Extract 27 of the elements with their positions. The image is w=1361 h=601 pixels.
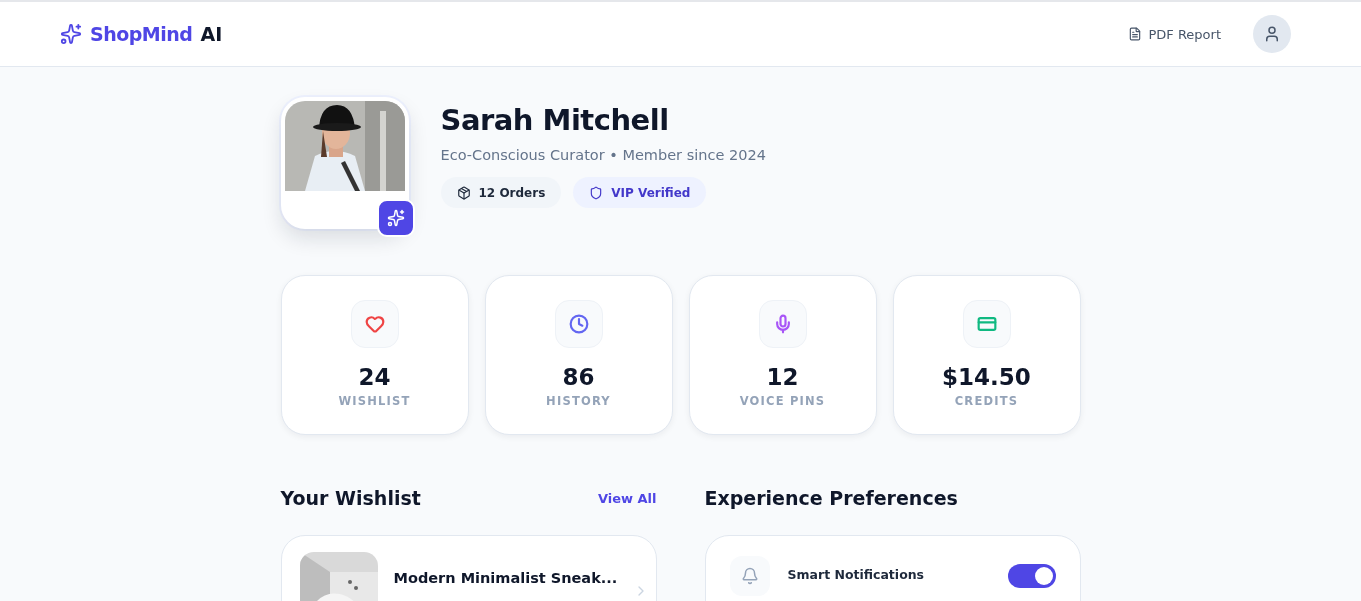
view-all-link[interactable]: View All [597,490,657,506]
stat-label: HISTORY [546,394,611,408]
stat-label: WISHLIST [338,394,411,408]
stat-value: 86 [562,364,595,390]
product-name: Modern Minimalist Sneak... [393,570,618,586]
bell-icon [740,567,759,585]
user-icon [1263,25,1281,43]
stat-value: $14.50 [942,364,1031,390]
sparkles-icon [60,23,82,45]
pdf-report-button[interactable]: PDF Report [1124,22,1225,46]
stat-value: 12 [766,364,799,390]
toggle-switch[interactable] [1007,564,1056,588]
profile-name: Sarah Mitchell [440,103,670,137]
stat-label: VOICE PINS [739,394,826,408]
stat-value: 24 [358,364,391,390]
user-avatar-button[interactable] [1253,15,1291,53]
stat-label: CREDITS [954,394,1019,408]
wishlist-card[interactable]: Modern Minimalist Sneak... [280,535,657,601]
document-icon [1128,27,1143,41]
orders-badge: 12 Orders [440,177,562,208]
section-title: Experience Preferences [704,487,958,509]
section-title: Your Wishlist [280,487,421,509]
brand-suffix: AI [200,23,223,45]
brand-name: ShopMind [90,23,193,45]
verified-badge: VIP Verified [573,177,707,208]
profile-subtitle: Eco-Conscious Curator • Member since 2024 [440,147,766,163]
preference-label: Smart Notifications [787,567,926,582]
